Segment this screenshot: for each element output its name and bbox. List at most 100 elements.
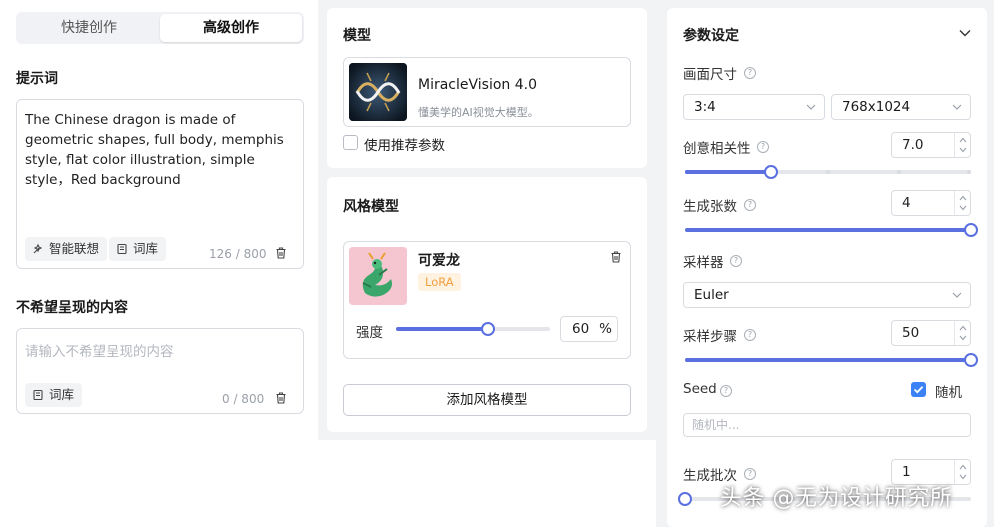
- watermark-text: 头条 @无为设计研究所: [720, 486, 953, 511]
- chevron-up-icon[interactable]: [959, 464, 967, 470]
- style-model-thumbnail: [349, 247, 407, 305]
- count-slider-fill: [685, 228, 971, 232]
- help-icon[interactable]: ?: [744, 329, 756, 341]
- prompt-text[interactable]: The Chinese dragon is made of geometric …: [25, 110, 295, 190]
- strength-label: 强度: [356, 325, 383, 341]
- chevron-down-icon[interactable]: [959, 474, 967, 480]
- style-model-card: 风格模型 可爱龙 LoRA 强度 60 % 添加风格模型: [327, 177, 647, 432]
- count-label: 生成张数: [683, 199, 737, 215]
- size-label: 画面尺寸: [683, 67, 737, 83]
- chevron-down-icon[interactable]: [959, 147, 967, 153]
- help-icon[interactable]: ?: [757, 141, 769, 153]
- count-value: 4: [902, 195, 911, 211]
- relevance-slider-knob[interactable]: [763, 165, 778, 179]
- seed-label: Seed: [683, 381, 717, 397]
- relevance-slider[interactable]: [685, 165, 971, 179]
- trash-icon[interactable]: [274, 246, 288, 260]
- steps-label: 采样步骤: [683, 329, 737, 345]
- prompt-textarea[interactable]: The Chinese dragon is made of geometric …: [16, 99, 304, 269]
- steps-slider[interactable]: [685, 353, 978, 367]
- negative-lexicon-button[interactable]: 词库: [25, 383, 83, 407]
- strength-value: 60: [572, 321, 590, 337]
- sampler-label: 采样器: [683, 255, 724, 271]
- help-icon[interactable]: ?: [730, 255, 742, 267]
- smart-suggest-button[interactable]: 智能联想: [25, 237, 108, 261]
- negative-prompt-textarea[interactable]: 请输入不希望呈现的内容 词库 0 / 800: [16, 328, 304, 414]
- prompt-title: 提示词: [16, 71, 58, 87]
- mode-tabs: 快捷创作 高级创作: [16, 12, 304, 44]
- check-icon: [913, 386, 924, 394]
- stepper-arrows[interactable]: [954, 191, 970, 215]
- strength-slider-fill: [396, 327, 489, 331]
- random-seed-label[interactable]: 随机: [935, 381, 962, 401]
- sampler-value: Euler: [694, 287, 729, 303]
- help-icon[interactable]: ?: [720, 385, 732, 397]
- chevron-down-icon[interactable]: [959, 335, 967, 341]
- steps-slider-fill: [685, 358, 971, 362]
- stepper-arrows[interactable]: [954, 460, 970, 484]
- trash-icon[interactable]: [609, 250, 623, 264]
- chevron-up-icon[interactable]: [959, 325, 967, 331]
- strength-slider[interactable]: [396, 322, 550, 336]
- prompt-lexicon-button[interactable]: 词库: [109, 237, 167, 261]
- strength-slider-tick: [470, 327, 474, 331]
- use-recommended-label[interactable]: 使用推荐参数: [364, 134, 445, 154]
- style-model-title: 风格模型: [343, 199, 399, 215]
- stepper-arrows[interactable]: [954, 133, 970, 157]
- smart-suggest-label: 智能联想: [49, 241, 100, 256]
- model-selector[interactable]: MiracleVision 4.0 懂美学的AI视觉大模型。: [343, 57, 631, 127]
- steps-stepper[interactable]: 50: [891, 320, 971, 346]
- left-panel: 快捷创作 高级创作 提示词 The Chinese dragon is made…: [0, 0, 318, 432]
- model-name: MiracleVision 4.0: [418, 77, 537, 93]
- resolution-value: 768x1024: [842, 99, 911, 115]
- random-seed-checkbox[interactable]: [911, 382, 926, 397]
- help-icon[interactable]: ?: [744, 468, 756, 480]
- help-icon[interactable]: ?: [744, 67, 756, 79]
- steps-slider-knob[interactable]: [964, 353, 978, 367]
- slider-tick: [897, 170, 901, 174]
- tab-quick-create[interactable]: 快捷创作: [18, 14, 160, 42]
- lexicon-icon: [33, 389, 43, 401]
- help-icon[interactable]: ?: [744, 199, 756, 211]
- ratio-select[interactable]: 3:4: [683, 94, 825, 120]
- relevance-stepper[interactable]: 7.0: [891, 132, 971, 158]
- negative-lexicon-label: 词库: [49, 387, 75, 402]
- use-recommended-checkbox[interactable]: [343, 135, 358, 150]
- model-title: 模型: [343, 28, 371, 44]
- sampler-select[interactable]: Euler: [683, 282, 971, 308]
- ratio-value: 3:4: [694, 99, 716, 115]
- chevron-down-icon[interactable]: [959, 205, 967, 211]
- relevance-value: 7.0: [902, 137, 924, 153]
- resolution-select[interactable]: 768x1024: [831, 94, 971, 120]
- count-slider-knob[interactable]: [964, 223, 978, 237]
- trash-icon[interactable]: [274, 391, 288, 405]
- chevron-down-icon[interactable]: [959, 29, 971, 37]
- negative-char-counter: 0 / 800: [222, 392, 265, 406]
- middle-panel: 模型 MiracleVision 4.0 懂美学的AI视觉大模型。 使用推荐参数…: [318, 0, 656, 440]
- params-title: 参数设定: [683, 28, 739, 44]
- count-stepper[interactable]: 4: [891, 190, 971, 216]
- tab-advanced-create[interactable]: 高级创作: [160, 14, 302, 42]
- strength-input[interactable]: 60 %: [560, 316, 618, 342]
- chevron-down-icon: [952, 292, 962, 298]
- lora-badge: LoRA: [418, 273, 461, 291]
- slider-tick: [685, 170, 689, 174]
- model-thumbnail: [349, 63, 407, 121]
- negative-prompt-title: 不希望呈现的内容: [16, 300, 128, 316]
- relevance-label: 创意相关性: [683, 141, 751, 157]
- count-slider[interactable]: [685, 223, 978, 237]
- negative-prompt-placeholder: 请输入不希望呈现的内容: [25, 344, 174, 360]
- stepper-arrows[interactable]: [954, 321, 970, 345]
- style-model-item: 可爱龙 LoRA 强度 60 %: [343, 241, 631, 359]
- batch-slider-knob[interactable]: [678, 492, 692, 506]
- strength-unit: %: [599, 321, 612, 337]
- style-model-name: 可爱龙: [418, 253, 460, 269]
- prompt-lexicon-label: 词库: [133, 241, 159, 256]
- chevron-up-icon[interactable]: [959, 195, 967, 201]
- strength-slider-knob[interactable]: [481, 322, 496, 336]
- seed-input[interactable]: 随机中...: [683, 413, 971, 437]
- chevron-up-icon[interactable]: [959, 137, 967, 143]
- model-card: 模型 MiracleVision 4.0 懂美学的AI视觉大模型。 使用推荐参数: [327, 8, 647, 168]
- add-style-model-button[interactable]: 添加风格模型: [343, 384, 631, 416]
- slider-tick: [755, 170, 759, 174]
